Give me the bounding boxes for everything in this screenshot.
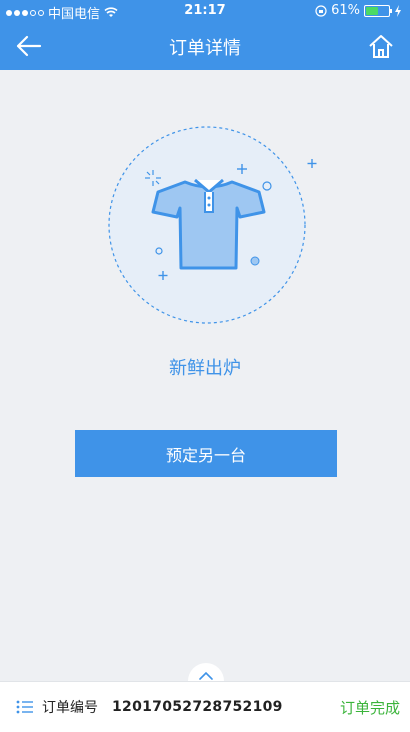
order-number-value: 12017052728752109 xyxy=(112,699,283,715)
battery-icon xyxy=(364,4,392,17)
status-title: 新鲜出炉 xyxy=(169,358,241,379)
charging-icon xyxy=(395,4,401,17)
status-bar: 中国电信 21:17 61% xyxy=(0,0,410,22)
rotation-lock-icon xyxy=(315,4,327,17)
order-status: 订单完成 xyxy=(339,698,400,717)
order-info-bar[interactable]: 订单编号 12017052728752109 订单完成 xyxy=(0,681,410,732)
battery-percent: 61% xyxy=(331,3,360,18)
order-number-label: 订单编号 xyxy=(42,700,98,716)
dot-icon xyxy=(250,256,260,266)
navigation-bar: 订单详情 xyxy=(0,22,410,70)
home-button[interactable] xyxy=(366,32,396,60)
home-icon xyxy=(369,35,393,58)
chevron-up-icon xyxy=(199,671,213,680)
status-right: 61% xyxy=(315,3,402,18)
list-icon xyxy=(16,700,33,714)
reorder-button[interactable]: 预定另一台 xyxy=(75,430,337,477)
expand-handle[interactable] xyxy=(188,663,224,681)
page-title: 订单详情 xyxy=(169,38,241,59)
battery-level xyxy=(366,6,378,15)
polo-shirt-illustration xyxy=(108,126,317,324)
